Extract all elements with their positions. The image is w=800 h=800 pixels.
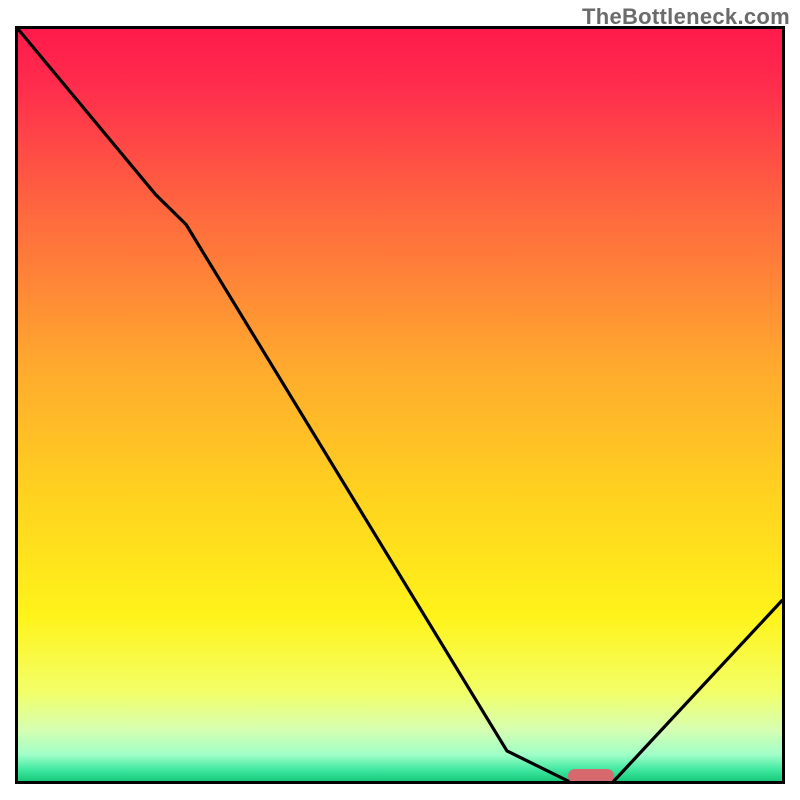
bottleneck-curve <box>18 29 782 781</box>
optimal-range-marker <box>568 769 614 783</box>
chart-container: TheBottleneck.com <box>0 0 800 800</box>
plot-area <box>15 26 785 784</box>
watermark-label: TheBottleneck.com <box>582 4 790 30</box>
